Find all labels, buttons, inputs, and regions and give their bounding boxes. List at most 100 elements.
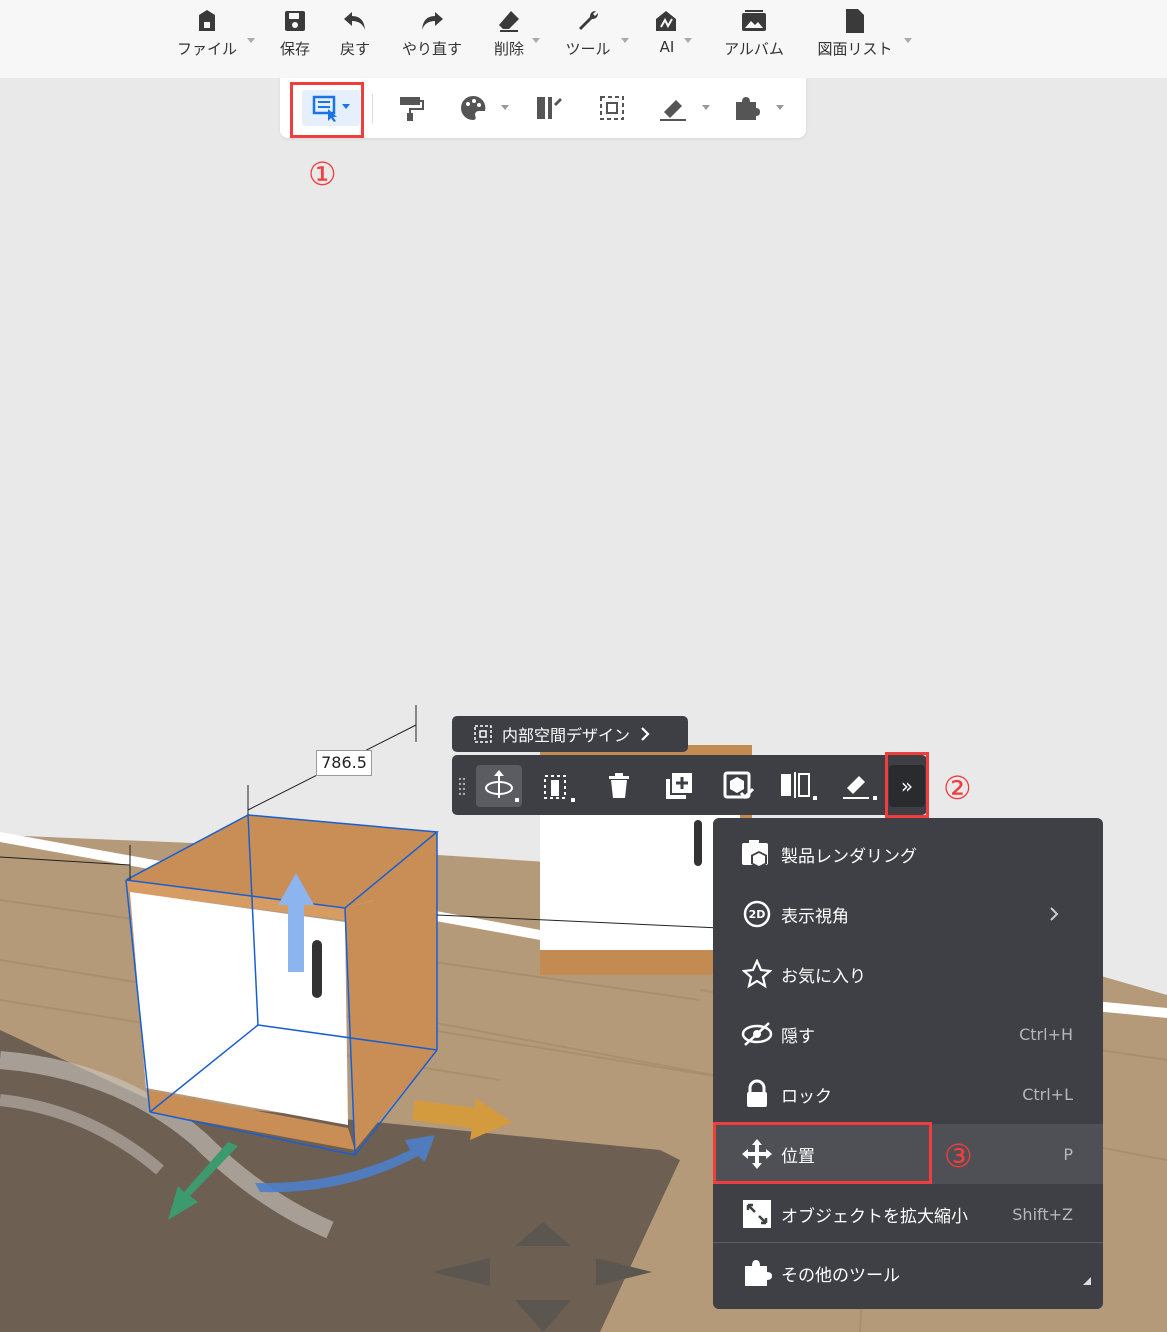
redo-icon <box>418 6 446 36</box>
camera-cube-icon <box>741 838 773 870</box>
2d-badge: 2D <box>749 908 766 921</box>
step1-marker: ① <box>308 155 337 193</box>
wrench-icon <box>574 6 602 36</box>
inner-space-design-button[interactable]: 内部空間デザイン <box>452 716 688 752</box>
highlight-step2 <box>885 752 929 818</box>
puzzle-icon <box>741 1257 773 1289</box>
chevron-right-icon <box>641 727 650 741</box>
submenu-corner-icon <box>1083 1277 1091 1285</box>
eye-off-icon <box>741 1018 773 1050</box>
star-icon <box>741 958 773 990</box>
measure-icon <box>660 100 710 121</box>
replace-icon <box>723 771 755 800</box>
puzzle-icon <box>736 97 784 120</box>
paint-roller-button[interactable] <box>392 90 428 126</box>
shortcut-label: Ctrl+H <box>1019 1024 1073 1044</box>
undo-label: 戻す <box>339 40 370 58</box>
album-label: アルバム <box>724 40 784 58</box>
dimension-icon <box>544 775 575 802</box>
menu-item-other-tools[interactable]: その他のツール <box>713 1243 1103 1303</box>
frame-select-button[interactable] <box>594 90 630 126</box>
tools-label: ツール <box>565 40 611 58</box>
undo-button[interactable]: 戻す <box>328 6 382 72</box>
drawing-list-menu[interactable]: 図面リスト <box>808 6 902 72</box>
toolbar-divider <box>372 94 373 124</box>
menu-item-label: 表示視角 <box>781 906 849 927</box>
menu-item-favorite[interactable]: お気に入り <box>713 944 1103 1004</box>
home-icon <box>193 6 221 36</box>
tools-menu[interactable]: ツール <box>556 6 620 72</box>
lock-icon <box>741 1078 773 1110</box>
delete-menu[interactable]: 削除 <box>482 6 536 72</box>
2d-view-icon: 2D <box>741 898 773 930</box>
step2-marker: ② <box>943 769 972 807</box>
menu-item-label: 製品レンダリング <box>781 846 917 867</box>
redo-label: やり直す <box>401 40 462 58</box>
menu-item-view-angle[interactable]: 2D 表示視角 <box>713 884 1103 944</box>
dimension-label: 786.5 <box>316 750 372 776</box>
measure-icon <box>843 776 877 800</box>
menu-item-product-rendering[interactable]: 製品レンダリング <box>713 824 1103 884</box>
frame-select-icon <box>474 725 492 743</box>
shortcut-label: P <box>1063 1144 1073 1164</box>
object-floating-toolbar: » <box>452 755 927 815</box>
menu-item-label: お気に入り <box>781 966 866 987</box>
mirror-button[interactable] <box>776 765 822 807</box>
file-menu-label: ファイル <box>176 40 237 58</box>
delete-object-button[interactable] <box>596 765 642 807</box>
save-button[interactable]: 保存 <box>268 6 322 72</box>
redo-button[interactable]: やり直す <box>392 6 472 72</box>
rotate-icon <box>485 770 519 802</box>
trash-icon <box>609 773 629 798</box>
step3-marker: ③ <box>944 1137 973 1175</box>
drag-handle-icon[interactable] <box>458 777 466 795</box>
scale-icon <box>741 1198 773 1230</box>
chevron-down-icon[interactable] <box>684 38 692 43</box>
highlight-step3 <box>713 1122 932 1184</box>
menu-item-label: その他のツール <box>781 1265 900 1286</box>
menu-item-label: オブジェクトを拡大縮小 <box>781 1206 968 1227</box>
menu-item-label: ロック <box>781 1086 832 1107</box>
album-icon <box>740 6 768 36</box>
frame-select-icon <box>600 96 624 120</box>
eraser-icon <box>495 6 523 36</box>
drawing-list-label: 図面リスト <box>817 40 893 58</box>
shortcut-label: Shift+Z <box>1012 1204 1073 1224</box>
wall-edit-icon <box>537 97 562 119</box>
file-menu[interactable]: ファイル <box>172 6 242 72</box>
dimension-button[interactable] <box>536 765 582 807</box>
menu-item-label: 隠す <box>781 1026 815 1047</box>
save-label: 保存 <box>279 40 310 58</box>
delete-label: 削除 <box>493 40 524 58</box>
mirror-icon <box>781 772 817 800</box>
replace-button[interactable] <box>716 765 762 807</box>
ai-label: AI <box>659 38 675 56</box>
album-button[interactable]: アルバム <box>716 6 792 72</box>
plugin-button[interactable] <box>730 90 786 126</box>
paint-roller-icon <box>400 97 424 121</box>
document-icon <box>841 6 869 36</box>
undo-icon <box>341 6 369 36</box>
chevron-down-icon[interactable] <box>904 38 912 43</box>
highlight-step1 <box>290 82 364 138</box>
menu-item-scale[interactable]: オブジェクトを拡大縮小 Shift+Z <box>713 1184 1103 1244</box>
measure-tool-button[interactable] <box>656 90 712 126</box>
menu-item-hide[interactable]: 隠す Ctrl+H <box>713 1004 1103 1064</box>
more-tools-menu: 製品レンダリング 2D 表示視角 お気に入り 隠す Ctrl+H ロック Ctr… <box>713 818 1103 1309</box>
chevron-down-icon[interactable] <box>247 38 255 43</box>
chevron-down-icon[interactable] <box>621 38 629 43</box>
wall-edit-button[interactable] <box>530 90 566 126</box>
align-button[interactable] <box>836 765 882 807</box>
palette-icon <box>461 95 509 120</box>
rotate-move-button[interactable] <box>476 765 522 807</box>
chevron-down-icon[interactable] <box>532 38 540 43</box>
menu-item-lock[interactable]: ロック Ctrl+L <box>713 1064 1103 1124</box>
chevron-right-icon <box>1050 907 1059 921</box>
shortcut-label: Ctrl+L <box>1022 1084 1073 1104</box>
material-palette-button[interactable] <box>456 90 512 126</box>
main-menu-bar: ファイル 保存 戻す やり直す 削除 ツール AI アルバム 図面リスト <box>0 0 1167 78</box>
ai-icon <box>653 6 681 36</box>
duplicate-button[interactable] <box>656 765 702 807</box>
inner-space-design-label: 内部空間デザイン <box>502 726 631 745</box>
save-icon <box>281 6 309 36</box>
